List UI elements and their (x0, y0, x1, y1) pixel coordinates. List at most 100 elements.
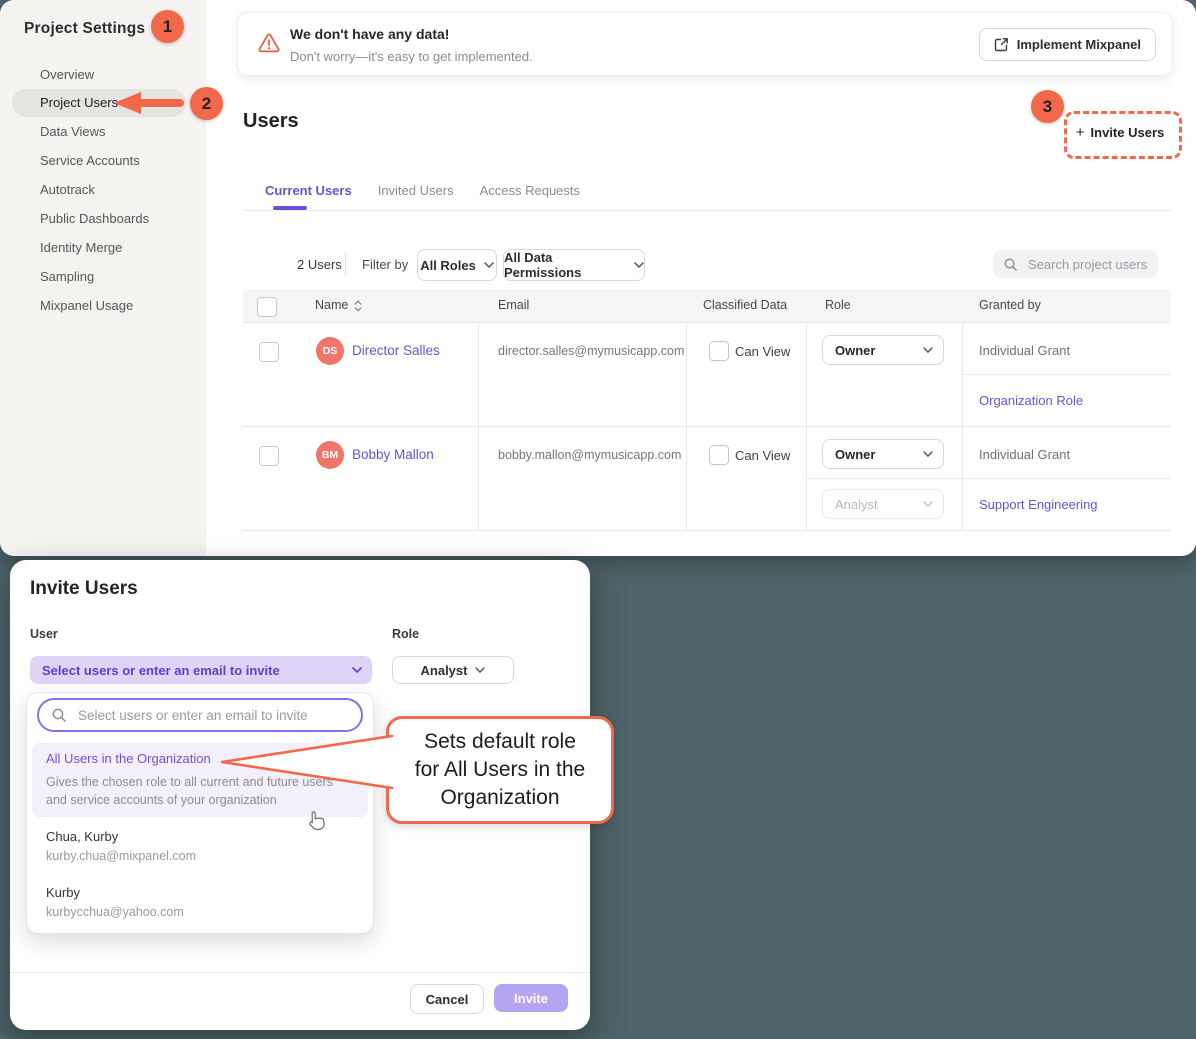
annotation-step-3: 3 (1031, 90, 1064, 123)
can-view-label: Can View (735, 344, 790, 359)
search-icon (1003, 257, 1018, 272)
role-select-disabled: Analyst (822, 489, 944, 519)
dropdown-search-input[interactable] (76, 707, 349, 724)
chevron-down-icon (484, 262, 494, 268)
option-user-name[interactable]: Chua, Kurby (46, 829, 118, 844)
user-field-label: User (30, 627, 58, 641)
can-view-checkbox[interactable] (709, 445, 729, 465)
cancel-button[interactable]: Cancel (410, 984, 484, 1014)
role-select[interactable]: Owner (822, 439, 944, 469)
annotation-step-2: 2 (190, 87, 223, 120)
dropdown-search[interactable] (37, 698, 363, 732)
avatar: BM (316, 441, 344, 469)
settings-sidebar (0, 0, 206, 556)
banner-title: We don't have any data! (290, 26, 449, 42)
row-checkbox[interactable] (259, 446, 279, 466)
modal-footer-divider (10, 972, 590, 973)
user-count: 2 Users (297, 257, 342, 272)
cursor-hand-icon (306, 810, 325, 836)
page-title: Users (243, 110, 299, 133)
users-tabs: Current Users Invited Users Access Reque… (265, 183, 580, 198)
sidebar-item-autotrack[interactable]: Autotrack (40, 181, 95, 199)
row-divider (243, 530, 1171, 531)
tabs-divider (243, 210, 1171, 211)
tab-access-requests[interactable]: Access Requests (480, 183, 580, 198)
column-granted-by: Granted by (979, 289, 1041, 322)
sidebar-item-data-views[interactable]: Data Views (40, 123, 106, 141)
avatar: DS (316, 337, 344, 365)
column-classified: Classified Data (703, 289, 787, 322)
sidebar-title: Project Settings (24, 20, 145, 38)
column-email: Email (498, 289, 529, 322)
annotation-callout-tail (214, 732, 394, 799)
sidebar-item-overview[interactable]: Overview (40, 66, 94, 84)
grant-divider (962, 374, 1171, 375)
implement-mixpanel-label: Implement Mixpanel (1017, 37, 1141, 52)
role-select[interactable]: Owner (822, 335, 944, 365)
invite-users-button[interactable]: + Invite Users (1072, 119, 1168, 145)
grant-divider (806, 478, 1171, 479)
sidebar-item-mixpanel-usage[interactable]: Mixpanel Usage (40, 297, 133, 315)
annotation-step-1: 1 (151, 10, 184, 43)
invite-users-label: Invite Users (1091, 125, 1165, 140)
user-select-dropdown[interactable]: Select users or enter an email to invite (30, 656, 372, 684)
screenshot-root: Project Settings Overview Project Users … (0, 0, 1196, 1039)
chevron-down-icon (923, 347, 933, 353)
select-all-checkbox[interactable] (257, 297, 277, 317)
banner-subtitle: Don't worry—it's easy to get implemented… (290, 49, 533, 64)
sidebar-item-service-accounts[interactable]: Service Accounts (40, 152, 140, 170)
column-name[interactable]: Name (315, 289, 362, 322)
chevron-down-icon (352, 667, 362, 673)
role-field-label: Role (392, 627, 419, 641)
chevron-down-icon (475, 667, 485, 673)
sidebar-item-sampling[interactable]: Sampling (40, 268, 94, 286)
granted-by-value: Individual Grant (979, 447, 1070, 462)
option-user-name[interactable]: Kurby (46, 885, 80, 900)
granted-by-value: Individual Grant (979, 343, 1070, 358)
no-data-banner: We don't have any data! Don't worry—it's… (237, 12, 1173, 76)
data-permissions-filter[interactable]: All Data Permissions (503, 249, 645, 281)
sidebar-item-identity-merge[interactable]: Identity Merge (40, 239, 122, 257)
tab-invited-users[interactable]: Invited Users (378, 183, 454, 198)
user-email: director.salles@mymusicapp.com (498, 344, 684, 358)
can-view-checkbox[interactable] (709, 341, 729, 361)
users-table: Name Email Classified Data Role Granted … (243, 289, 1171, 530)
chevron-down-icon (634, 262, 644, 268)
external-link-icon (994, 37, 1009, 52)
granted-by-link[interactable]: Support Engineering (979, 497, 1098, 512)
chevron-down-icon (923, 451, 933, 457)
all-roles-label: All Roles (420, 258, 476, 273)
user-email: bobby.mallon@mymusicapp.com (498, 448, 681, 462)
plus-icon: + (1076, 124, 1085, 141)
invite-submit-button[interactable]: Invite (494, 984, 568, 1012)
implement-mixpanel-button[interactable]: Implement Mixpanel (979, 28, 1156, 61)
search-project-users[interactable] (993, 250, 1158, 278)
all-roles-filter[interactable]: All Roles (417, 249, 497, 281)
sort-icon[interactable] (354, 300, 362, 312)
row-checkbox[interactable] (259, 342, 279, 362)
annotation-arrow-shaft (139, 99, 184, 107)
granted-by-link[interactable]: Organization Role (979, 393, 1083, 408)
option-user-email: kurby.chua@mixpanel.com (46, 849, 196, 863)
user-name-link[interactable]: Director Salles (352, 343, 440, 358)
option-all-users-label[interactable]: All Users in the Organization (46, 751, 211, 766)
annotation-arrow-icon (114, 92, 141, 114)
annotation-callout: Sets default role for All Users in the O… (386, 716, 614, 824)
sidebar-item-project-users[interactable]: Project Users (40, 94, 118, 112)
warning-icon (258, 33, 280, 58)
sidebar-item-public-dashboards[interactable]: Public Dashboards (40, 210, 149, 228)
can-view-label: Can View (735, 448, 790, 463)
data-permissions-label: All Data Permissions (504, 250, 626, 280)
search-icon (51, 707, 67, 723)
filter-divider (345, 253, 346, 275)
search-input[interactable] (1026, 256, 1150, 273)
option-user-email: kurbycchua@yahoo.com (46, 905, 184, 919)
role-select-dropdown[interactable]: Analyst (392, 656, 514, 684)
row-divider (243, 322, 1171, 323)
column-role: Role (825, 289, 851, 322)
filter-by-label: Filter by (362, 257, 408, 272)
row-divider (243, 426, 1171, 427)
tab-current-users[interactable]: Current Users (265, 183, 352, 198)
chevron-down-icon (923, 501, 933, 507)
user-name-link[interactable]: Bobby Mallon (352, 447, 434, 462)
